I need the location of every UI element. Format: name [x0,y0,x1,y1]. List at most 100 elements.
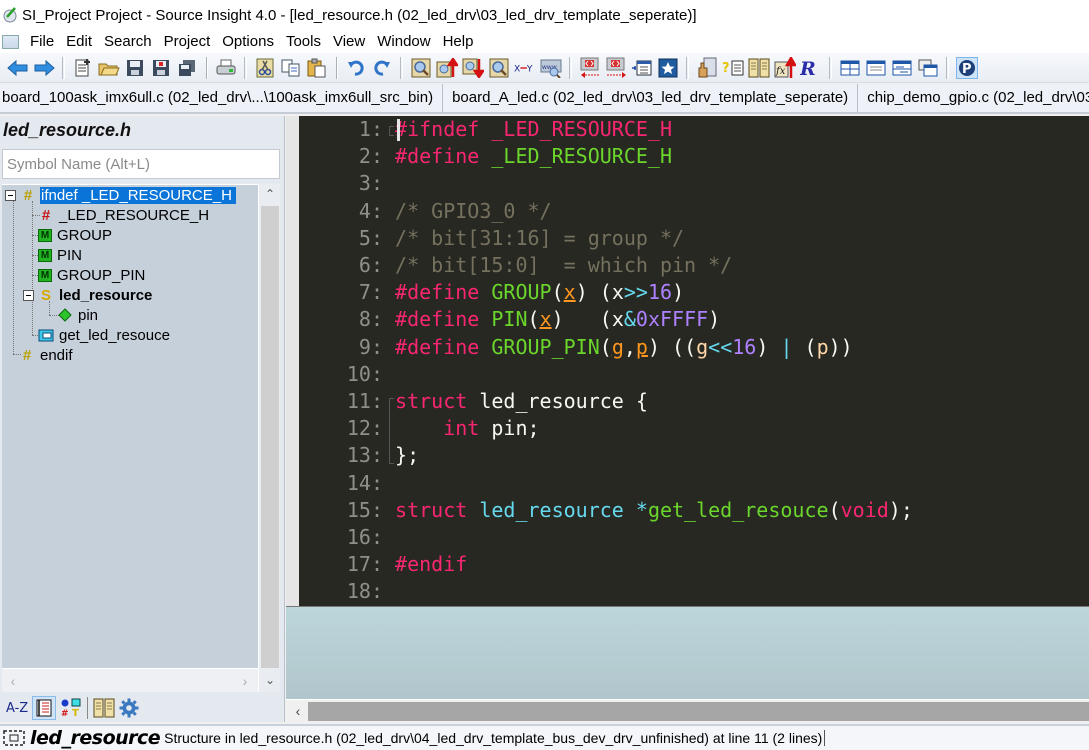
tree-item-pin-member[interactable]: pin [57,305,99,325]
menu-window[interactable]: Window [372,33,437,50]
browse-project-symbols-button[interactable] [748,57,770,79]
bookmark-button[interactable] [657,57,679,79]
open-file-button[interactable] [98,57,120,79]
tree-item-group[interactable]: M GROUP [38,225,113,245]
menu-edit[interactable]: Edit [61,33,99,50]
tab-board-100ask-imx6ull[interactable]: board_100ask_imx6ull.c (02_led_drv\...\1… [0,84,444,112]
toolbar-grip[interactable] [244,56,247,79]
paste-button[interactable] [306,57,328,79]
tree-item-group-pin[interactable]: M GROUP_PIN [38,265,146,285]
collapse-toggle[interactable] [23,289,34,301]
code-line[interactable]: 5: /* bit[31:16] = group */ [299,225,684,252]
tab-chip-demo-gpio[interactable]: chip_demo_gpio.c (02_led_drv\03_led_drv_… [858,84,1089,112]
code-line[interactable]: 13: }; [299,442,419,469]
menu-tools[interactable]: Tools [281,33,328,50]
forward-button[interactable] [33,57,55,79]
code-line[interactable]: 10: [299,361,395,388]
back-button[interactable] [7,57,29,79]
toolbar-grip[interactable] [829,56,832,79]
code-line[interactable]: 1: #ifndef _LED_RESOURCE_H [299,116,672,143]
code-line[interactable]: 4: /* GPIO3_0 */ [299,198,552,225]
single-window-button[interactable] [865,57,887,79]
code-line[interactable]: 11: struct led_resource { [299,388,648,415]
scroll-down-icon[interactable]: ⌄ [259,670,281,690]
scroll-left-icon[interactable]: ‹ [4,671,22,691]
context-help-button[interactable]: ? [722,57,744,79]
code-line[interactable]: 6: /* bit[15:0] = which pin */ [299,252,732,279]
toolbar-grip[interactable] [62,56,65,79]
code-line[interactable]: 14: [299,470,395,497]
editor-horizontal-scrollbar[interactable]: ‹ [286,699,1089,721]
toolbar-grip[interactable] [686,56,689,79]
symbol-tree-horizontal-scrollbar[interactable]: ‹ › [2,668,258,692]
code-line[interactable]: 2: #define _LED_RESOURCE_H [299,143,672,170]
symbol-type-filter-button[interactable]: # T [60,696,82,720]
search-files-button[interactable] [488,57,510,79]
menu-help[interactable]: Help [438,33,481,50]
sort-by-line-button[interactable] [32,696,57,720]
toolbar-grip[interactable] [400,56,403,79]
code-line[interactable]: 18: [299,578,395,605]
search-button[interactable] [410,57,432,79]
cut-button[interactable] [254,57,276,79]
tree-item-get-led-resouce[interactable]: get_led_resouce [38,325,171,345]
settings-button[interactable] [119,696,139,720]
undo-button[interactable] [345,57,367,79]
code-line[interactable]: 8: #define PIN(x) (x&0xFFFF) [299,306,720,333]
toolbar-grip[interactable] [569,56,572,79]
redo-button[interactable] [371,57,393,79]
tab-board-a-led[interactable]: board_A_led.c (02_led_drv\03_led_drv_tem… [443,84,859,112]
code-line[interactable]: 16: [299,524,395,551]
tree-item-endif[interactable]: # endif [19,345,74,365]
copy-button[interactable] [280,57,302,79]
code-line[interactable]: 3: [299,170,395,197]
menu-search[interactable]: Search [99,33,159,50]
search-backward-button[interactable] [436,57,458,79]
menu-options[interactable]: Options [217,33,281,50]
scrollbar-thumb[interactable] [308,702,1089,721]
document-system-menu-icon[interactable] [2,34,19,49]
browse-web-button[interactable]: www [540,57,562,79]
code-line[interactable]: 12: int pin; [299,415,540,442]
save-button[interactable] [124,57,146,79]
scrollbar-thumb[interactable] [261,206,279,668]
lookup-references-button[interactable] [696,57,718,79]
symbol-tree-vertical-scrollbar[interactable]: ⌃ ⌄ [258,184,280,692]
print-button[interactable] [215,57,237,79]
split-window-button[interactable] [891,57,913,79]
relation-window-button[interactable]: R [800,57,822,79]
collapse-toggle[interactable] [5,189,16,201]
menu-file[interactable]: File [25,33,61,50]
code-editor[interactable]: 1: #ifndef _LED_RESOURCE_H 2: #define _LE… [299,116,1089,606]
function-call-button[interactable]: fx [774,56,796,79]
symbol-name-input[interactable] [2,149,280,179]
browse-button[interactable] [93,696,115,720]
code-line[interactable]: 17: #endif [299,551,467,578]
save-as-button[interactable] [150,57,172,79]
code-line[interactable]: 9: #define GROUP_PIN(g,p) ((g<<16) | (p)… [299,334,853,361]
jump-forward-button[interactable] [605,57,627,79]
fold-bracket[interactable] [389,398,394,465]
search-forward-button[interactable] [462,57,484,79]
sort-alphabetical-button[interactable]: A-Z [6,696,28,720]
code-line[interactable]: 15: struct led_resource *get_led_resouce… [299,497,913,524]
replace-button[interactable]: XY [514,57,536,79]
new-file-button[interactable] [72,57,94,79]
editor-selection-margin[interactable] [286,116,299,606]
scroll-right-icon[interactable]: › [236,671,254,691]
menu-view[interactable]: View [328,33,372,50]
symbol-window-button[interactable] [631,57,653,79]
toolbar-grip[interactable] [946,56,949,79]
fold-marker[interactable] [389,126,394,136]
save-all-button[interactable] [176,57,198,79]
project-window-button[interactable]: P [956,56,978,79]
tile-windows-button[interactable] [839,57,861,79]
code-line[interactable]: 7: #define GROUP(x) (x>>16) [299,279,684,306]
tree-item-ifndef[interactable]: # ifndef _LED_RESOURCE_H [5,185,236,205]
jump-back-button[interactable] [579,57,601,79]
tree-item-led-resource-struct[interactable]: S led_resource [23,285,153,305]
scroll-left-icon[interactable]: ‹ [288,700,308,722]
cascade-windows-button[interactable] [917,57,939,79]
tree-item-led-resource-h-define[interactable]: # _LED_RESOURCE_H [38,205,210,225]
tree-item-pin-macro[interactable]: M PIN [38,245,83,265]
